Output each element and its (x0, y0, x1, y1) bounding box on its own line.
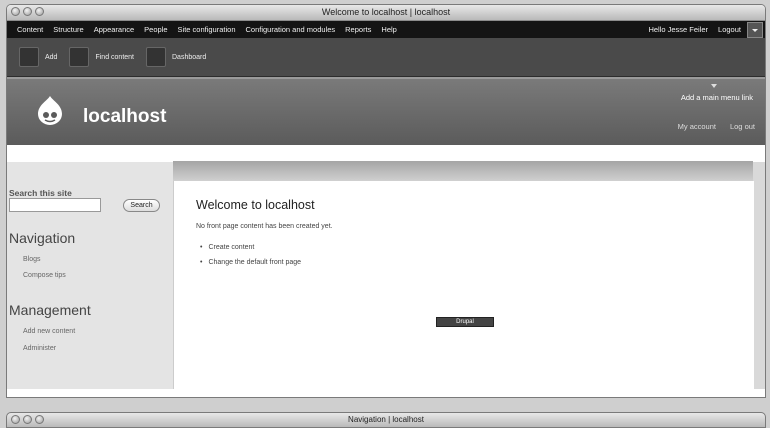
admin-user-area: Hello Jesse Feiler Logout (648, 21, 765, 38)
search-block-title: Search this site (9, 188, 72, 198)
find-content-icon (69, 47, 90, 67)
logout-link[interactable]: Logout (718, 25, 741, 34)
add-main-menu-link[interactable]: Add a main menu link (681, 93, 753, 102)
window-controls (11, 7, 44, 16)
admin-menu-people[interactable]: People (144, 25, 167, 34)
search-button[interactable]: Search (123, 199, 160, 212)
shortcut-dashboard[interactable]: Dashboard (146, 47, 206, 67)
close-window-button[interactable] (11, 7, 20, 16)
search-input[interactable] (9, 198, 101, 212)
title-bar: Welcome to localhost | localhost (7, 5, 765, 21)
site-name[interactable]: localhost (83, 106, 166, 128)
management-title: Management (9, 302, 91, 318)
admin-toolbar: Content Structure Appearance People Site… (7, 21, 765, 38)
user-greeting[interactable]: Hello Jesse Feiler (648, 25, 708, 34)
powered-by-drupal-badge[interactable]: Drupal (436, 317, 494, 327)
secondary-menu: My account Log out (678, 122, 755, 131)
admin-menu-help[interactable]: Help (381, 25, 396, 34)
drupal-logo-icon[interactable] (37, 95, 63, 125)
page-title: Welcome to localhost (196, 198, 315, 212)
site-header: localhost Add a main menu link My accoun… (7, 77, 765, 145)
main-content: Welcome to localhost No front page conte… (173, 181, 754, 389)
admin-menu-reports[interactable]: Reports (345, 25, 371, 34)
admin-menu-configuration-modules[interactable]: Configuration and modules (245, 25, 335, 34)
nav-item-blogs[interactable]: Blogs (23, 256, 41, 263)
shortcut-label: Add (45, 53, 58, 61)
nav-item-administer[interactable]: Administer (23, 345, 56, 352)
nav-item-compose-tips[interactable]: Compose tips (23, 272, 66, 279)
shortcut-add[interactable]: Add (19, 47, 57, 67)
create-content-link[interactable]: Create content (200, 244, 301, 251)
admin-menu-appearance[interactable]: Appearance (94, 25, 134, 34)
minimize-window-button[interactable] (23, 7, 32, 16)
dashboard-icon (146, 47, 166, 67)
browser-window: Welcome to localhost | localhost Content… (6, 4, 766, 398)
navigation-title: Navigation (9, 230, 76, 246)
admin-menu-content[interactable]: Content (17, 25, 43, 34)
content-tab-bar (173, 161, 753, 181)
log-out-link[interactable]: Log out (730, 122, 755, 131)
window-title: Welcome to localhost | localhost (321, 7, 451, 17)
intro-text: No front page content has been created y… (196, 223, 333, 230)
right-edge-strip (753, 162, 765, 389)
change-front-page-link[interactable]: Change the default front page (200, 259, 301, 266)
shortcut-label: Find content (95, 53, 134, 61)
admin-menu-structure[interactable]: Structure (53, 25, 83, 34)
shortcuts-toggle-icon[interactable] (747, 21, 763, 38)
zoom-window-button[interactable] (35, 7, 44, 16)
second-browser-window[interactable]: Navigation | localhost (6, 412, 766, 428)
shortcut-bar: Add Find content Dashboard (7, 38, 765, 77)
front-page-links: Create content Change the default front … (200, 244, 301, 274)
add-icon (19, 47, 39, 67)
shortcut-label: Dashboard (172, 53, 207, 61)
my-account-link[interactable]: My account (678, 122, 716, 131)
shortcut-find-content[interactable]: Find content (69, 47, 134, 67)
admin-menu-site-configuration[interactable]: Site configuration (178, 25, 236, 34)
chevron-down-icon (711, 84, 717, 88)
nav-item-add-new-content[interactable]: Add new content (23, 328, 75, 335)
